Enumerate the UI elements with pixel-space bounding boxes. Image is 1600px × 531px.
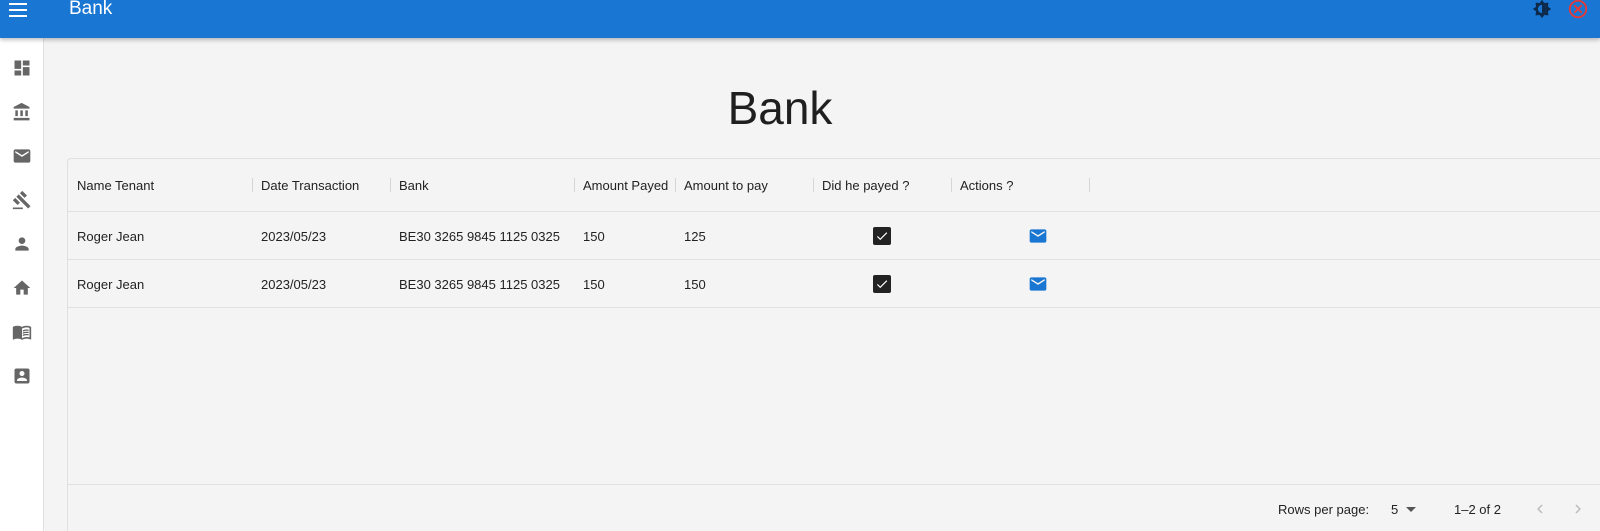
column-header-date-transaction[interactable]: Date Transaction bbox=[252, 159, 390, 212]
chevron-left-icon bbox=[1537, 504, 1543, 514]
power-icon bbox=[1568, 0, 1588, 19]
page-title: Bank bbox=[727, 82, 833, 134]
column-separator[interactable] bbox=[1089, 178, 1090, 192]
cell-date-transaction: 2023/05/23 bbox=[261, 276, 327, 292]
previous-page-button[interactable] bbox=[1528, 497, 1552, 521]
column-header-amount-payed[interactable]: Amount Payed bbox=[574, 159, 675, 212]
app-title: Bank bbox=[69, 0, 113, 19]
column-header-actions[interactable]: Actions ? bbox=[951, 159, 1089, 212]
column-header-did-he-payed[interactable]: Did he payed ? bbox=[813, 159, 951, 212]
contact-icon bbox=[14, 368, 30, 384]
table-footer: Rows per page: 5 1–2 of 2 bbox=[68, 484, 1600, 531]
column-header-name-tenant[interactable]: Name Tenant bbox=[68, 159, 252, 212]
logout-button[interactable] bbox=[1566, 0, 1590, 20]
sidebar-item-gavel[interactable] bbox=[0, 178, 44, 222]
bank-icon bbox=[13, 102, 30, 121]
cell-actions bbox=[951, 212, 1089, 260]
home-icon bbox=[13, 280, 31, 295]
cell-amount-to-pay: 150 bbox=[684, 276, 706, 292]
cell-bank: BE30 3265 9845 1125 0325 bbox=[399, 228, 560, 244]
rows-per-page-label: Rows per page: bbox=[1278, 501, 1370, 517]
sidebar-item-contact[interactable] bbox=[0, 354, 44, 398]
menu-button[interactable] bbox=[4, 0, 32, 20]
cell-bank: BE30 3265 9845 1125 0325 bbox=[399, 276, 560, 292]
cell-amount-to-pay: 125 bbox=[684, 228, 706, 244]
rows-per-page-select[interactable]: 5 bbox=[1391, 485, 1417, 531]
menu-icon bbox=[9, 3, 27, 17]
page-title-wrap: Bank bbox=[44, 80, 1600, 136]
person-icon bbox=[15, 237, 29, 251]
column-header-amount-to-pay[interactable]: Amount to pay bbox=[675, 159, 813, 212]
cell-name-tenant: Roger Jean bbox=[77, 228, 145, 244]
sidebar-item-dashboard[interactable] bbox=[0, 46, 44, 90]
cell-date-transaction: 2023/05/23 bbox=[261, 228, 327, 244]
cell-did-he-payed bbox=[813, 212, 951, 260]
next-page-button[interactable] bbox=[1566, 497, 1590, 521]
rows-per-page-value: 5 bbox=[1391, 501, 1399, 517]
payed-checkbox[interactable] bbox=[873, 275, 891, 293]
payed-checkbox[interactable] bbox=[873, 227, 891, 245]
check-icon bbox=[876, 280, 888, 289]
cell-amount-payed: 150 bbox=[583, 228, 605, 244]
transactions-table: Name Tenant Date Transaction Bank Amount… bbox=[67, 158, 1600, 531]
sidebar bbox=[0, 38, 44, 531]
mail-icon[interactable] bbox=[1028, 226, 1048, 246]
check-icon bbox=[876, 232, 888, 241]
brightness-icon bbox=[1532, 0, 1552, 19]
column-header-bank[interactable]: Bank bbox=[390, 159, 574, 212]
sidebar-item-mail[interactable] bbox=[0, 134, 44, 178]
app-bar: Bank bbox=[0, 0, 1600, 38]
menu-book-icon bbox=[12, 325, 32, 340]
cell-amount-payed: 150 bbox=[583, 276, 605, 292]
mail-icon bbox=[13, 149, 31, 163]
caret-down-icon bbox=[1406, 506, 1417, 512]
chevron-right-icon bbox=[1575, 504, 1581, 514]
gavel-icon bbox=[12, 190, 31, 210]
sidebar-item-person[interactable] bbox=[0, 222, 44, 266]
table-header: Name Tenant Date Transaction Bank Amount… bbox=[68, 159, 1600, 212]
dashboard-icon bbox=[14, 60, 30, 76]
sidebar-item-book[interactable] bbox=[0, 310, 44, 354]
sidebar-item-home[interactable] bbox=[0, 266, 44, 310]
mail-icon[interactable] bbox=[1028, 274, 1048, 294]
table-row[interactable]: Roger Jean 2023/05/23 BE30 3265 9845 112… bbox=[68, 212, 1600, 260]
theme-toggle-button[interactable] bbox=[1530, 0, 1554, 20]
pagination-range: 1–2 of 2 bbox=[1454, 501, 1501, 517]
sidebar-item-bank[interactable] bbox=[0, 90, 44, 134]
table-row[interactable]: Roger Jean 2023/05/23 BE30 3265 9845 112… bbox=[68, 260, 1600, 308]
cell-actions bbox=[951, 260, 1089, 308]
cell-name-tenant: Roger Jean bbox=[77, 276, 145, 292]
cell-did-he-payed bbox=[813, 260, 951, 308]
